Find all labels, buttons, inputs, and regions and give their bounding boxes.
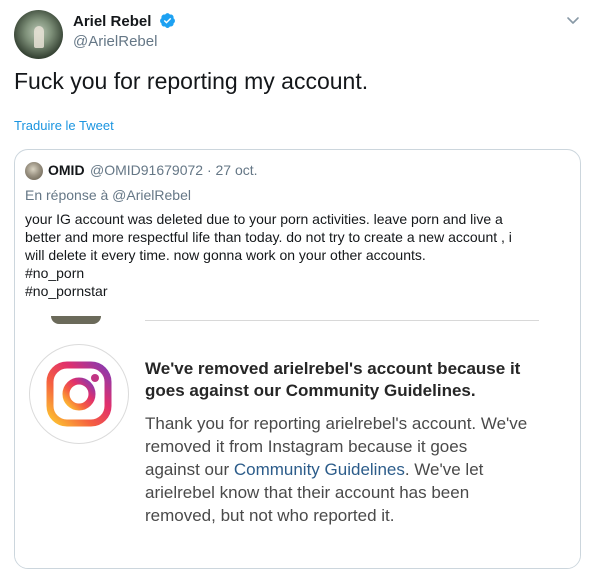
image-heading-line: We've removed arielrebel's account becau… — [145, 359, 521, 378]
author-display-name[interactable]: Ariel Rebel — [73, 12, 176, 30]
tweet-text: Fuck you for reporting my account. — [14, 68, 369, 94]
chevron-down-icon[interactable] — [565, 12, 581, 28]
quoted-author-avatar[interactable] — [25, 162, 43, 180]
image-cropped-avatar — [51, 316, 101, 324]
author-avatar[interactable] — [14, 10, 63, 59]
image-heading: We've removed arielrebel's account becau… — [145, 358, 565, 402]
quoted-tweet[interactable]: OMID @OMID91679072 · 27 oct. En réponse … — [14, 149, 581, 569]
image-body-line: Thank you for reporting arielrebel's acc… — [145, 414, 528, 433]
image-body-text: against our — [145, 460, 234, 479]
community-guidelines-link: Community Guidelines — [233, 460, 405, 479]
verified-badge-icon — [159, 13, 175, 28]
tweet: Ariel Rebel @ArielRebel Fuck you for rep… — [0, 0, 591, 569]
quoted-tweet-image[interactable]: We've removed arielrebel's account becau… — [15, 316, 580, 568]
quoted-tweet-text: your IG account was deleted due to your … — [25, 210, 570, 300]
hashtag-link[interactable]: #no_pornstar — [25, 282, 570, 300]
author-handle[interactable]: @ArielRebel — [73, 33, 157, 50]
quoted-author-name: OMID — [48, 162, 85, 178]
image-body-line: arielrebel know that their account has b… — [145, 483, 470, 502]
image-heading-line: goes against our Community Guidelines. — [145, 381, 476, 400]
hashtag-link[interactable]: #no_porn — [25, 264, 570, 282]
image-body: Thank you for reporting arielrebel's acc… — [145, 412, 575, 527]
image-body-line: removed, but not who reported it. — [145, 506, 395, 525]
translate-tweet-link[interactable]: Traduire le Tweet — [14, 118, 114, 133]
instagram-logo-circle — [29, 344, 129, 444]
quoted-text-line: better and more respectful life than tod… — [25, 229, 512, 245]
image-body-line: removed it from Instagram because it goe… — [145, 437, 468, 456]
image-divider — [145, 320, 539, 321]
image-body-text: . We've let — [404, 460, 484, 479]
instagram-logo-icon — [46, 361, 112, 427]
quoted-author-handle-date: @OMID91679072 · 27 oct. — [90, 162, 258, 178]
quoted-text-line: will delete it every time. now gonna wor… — [25, 247, 426, 263]
quoted-text-line: your IG account was deleted due to your … — [25, 211, 503, 227]
image-body-line: against our Community Guidelines. We've … — [145, 458, 575, 481]
quoted-reply-to: En réponse à @ArielRebel — [25, 187, 191, 203]
author-display-name-text: Ariel Rebel — [73, 13, 152, 30]
